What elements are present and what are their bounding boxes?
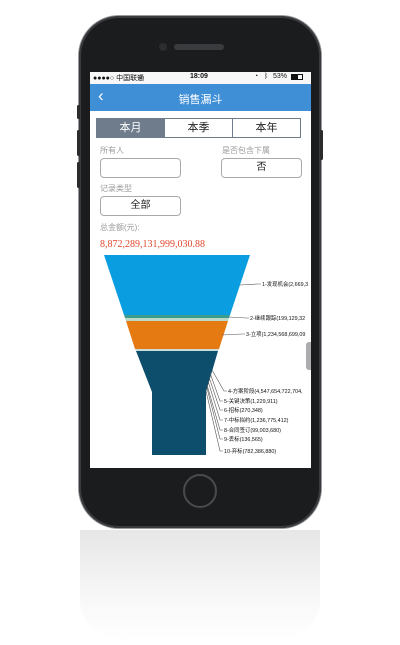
tab-this-quarter[interactable]: 本季 [164, 119, 232, 137]
funnel-stage-label: 3-立项(1,234,568,699,09 [246, 330, 305, 338]
funnel-leader-line [239, 283, 261, 286]
owner-field[interactable] [100, 158, 181, 178]
mute-switch [77, 105, 80, 119]
record-type-select[interactable]: 全部 [100, 196, 181, 216]
funnel-leader-line [205, 390, 223, 452]
earpiece-speaker [174, 44, 224, 50]
total-amount-value: 8,872,289,131,999,030.88 [100, 239, 205, 250]
tab-this-year[interactable]: 本年 [232, 119, 300, 137]
page-title: 销售漏斗 [178, 94, 223, 106]
clock: 18:09 [190, 73, 208, 80]
tab-this-month[interactable]: 本月 [97, 119, 164, 137]
power-button [320, 130, 323, 160]
funnel-labels: 1-发现机会(2,669,3 2-继续跟踪(199,129,32 3-立项(1,23… [224, 280, 308, 455]
funnel-leader-line [206, 384, 223, 431]
lock-icon: ◔ [254, 73, 259, 80]
volume-up-button [77, 130, 80, 156]
funnel-stage-label: 6-招标(270,348) [224, 406, 263, 414]
funnel-stage-2[interactable] [124, 315, 230, 318]
funnel-stage-3[interactable] [126, 321, 228, 349]
funnel-leader-line [209, 372, 223, 402]
front-camera [159, 43, 167, 51]
funnel-leader-line [228, 316, 249, 319]
sales-funnel-chart: 1-发现机会(2,669,3 2-继续跟踪(199,129,32 3-立项(1,23… [104, 255, 308, 455]
owner-label: 所有人 [100, 146, 124, 155]
funnel-stage-2b [125, 318, 229, 321]
battery-percent: 53% [273, 73, 288, 80]
funnel-stage-4[interactable] [136, 351, 218, 455]
funnel-stage-label: 2-继续跟踪(199,129,32 [250, 314, 305, 322]
funnel-stage-label: 10-弃标(782,386,880) [224, 447, 276, 455]
funnel-stage-1[interactable] [104, 255, 250, 315]
funnel-stage-label: 7-中标拟约(1,236,775,412) [224, 416, 289, 424]
bluetooth-icon: ᛒ [264, 73, 269, 80]
period-tabs: 本月 本季 本年 [96, 118, 301, 138]
floating-assistive-button[interactable] [306, 342, 311, 370]
funnel-leader-line [221, 333, 245, 336]
phone-reflection [80, 530, 320, 640]
volume-down-button [77, 162, 80, 188]
funnel-stage-label: 1-发现机会(2,669,3 [262, 280, 308, 288]
total-amount-label: 总金额(元): [100, 223, 140, 232]
app-screen: ●●●●○ 中国联通 ᯤ 18:09 ◔ ᛒ 53% ‹ 销售漏斗 本月 本季 … [90, 72, 311, 468]
wifi-icon: ᯤ [137, 74, 144, 81]
funnel-leader-line [211, 369, 227, 392]
home-button[interactable] [183, 474, 217, 508]
record-type-label: 记录类型 [100, 184, 132, 193]
status-bar: ●●●●○ 中国联通 ᯤ 18:09 ◔ ᛒ 53% [90, 72, 311, 84]
battery-icon [291, 74, 303, 80]
funnel-stage-3b [135, 349, 219, 351]
funnel-stage-label: 9-丢标(136,565) [224, 435, 263, 443]
funnel-stage-label: 5-关键决策(1,229,911) [224, 397, 278, 405]
nav-bar: ‹ 销售漏斗 [90, 84, 311, 111]
include-sub-select[interactable]: 否 [221, 158, 302, 178]
include-sub-label: 是否包含下属 [222, 146, 270, 155]
funnel-stage-label: 4-方案阶段(4,547,654,722,704, [228, 387, 303, 395]
funnel-stage-label: 8-合同签订(99,003,680) [224, 426, 281, 434]
